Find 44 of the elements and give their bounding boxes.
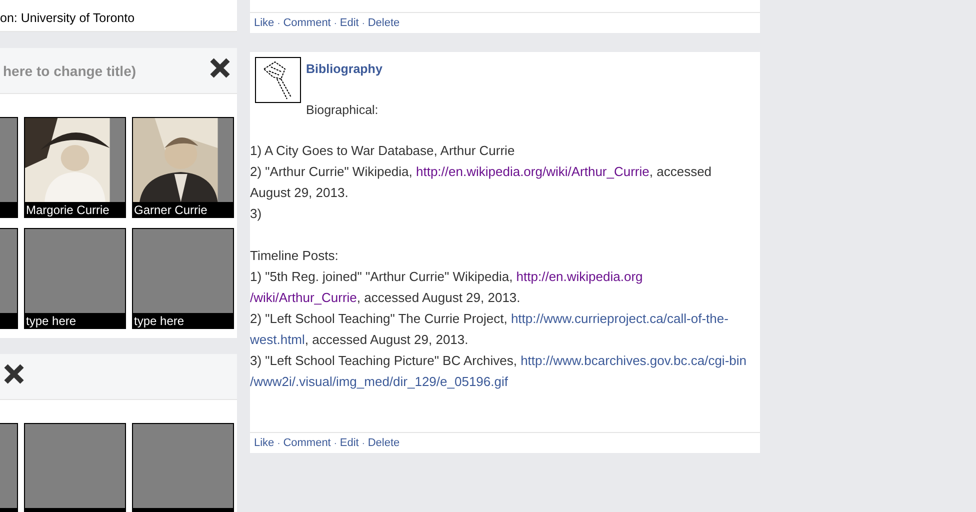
photo-tile[interactable]: Garner Currie <box>132 117 234 218</box>
citation-link[interactable]: http://www.currieproject.ca/call-of-the- <box>510 311 728 326</box>
post-title[interactable]: Bibliography <box>306 62 382 76</box>
action-link[interactable]: Edit <box>340 437 359 449</box>
citation-text: 3) <box>250 205 263 223</box>
separator-dot: · <box>334 18 337 28</box>
caption-text[interactable]: Margorie Currie <box>26 202 110 216</box>
citation-text: 1) A City Goes to War Database, Arthur Currie <box>250 142 516 160</box>
post-text: Biographical: <box>306 103 380 117</box>
action-link[interactable]: Delete <box>368 17 400 29</box>
caption-text[interactable]: type here <box>134 314 184 328</box>
separator-dot: · <box>277 438 280 448</box>
citation-text: 1) "5th Reg. joined" "Arthur Currie" Wikipedia, http://en.wikipedia.org /wiki/Arthur_Currie, accessed August 29, 2013. <box>250 268 644 307</box>
action-link[interactable]: Comment <box>283 437 331 449</box>
citation-text: 2) "Left School Teaching" The Currie Project, http://www.currieproject.ca/call-of-the- west.html, accessed August 29, 2013. <box>250 310 730 349</box>
photo-tile[interactable]: type here <box>132 228 234 329</box>
citation-link[interactable]: http://en.wikipedia.org <box>516 269 643 284</box>
separator-dot: · <box>277 18 280 28</box>
action-link[interactable]: Like <box>254 17 274 29</box>
action-link[interactable]: Edit <box>340 17 359 29</box>
citation-link[interactable]: http://www.bcarchives.gov.bc.ca/cgi-bin <box>520 353 746 368</box>
sketch-icon <box>255 57 301 103</box>
photo-tile[interactable]: type here <box>24 228 126 329</box>
section-heading: Timeline Posts: <box>250 247 340 265</box>
caption-text[interactable]: type here <box>26 314 76 328</box>
citation-link[interactable]: http://en.wikipedia.org/wiki/Arthur_Currie <box>416 164 650 179</box>
caption-text[interactable]: Garner Currie <box>134 202 208 216</box>
profile-text: on: University of Toronto <box>0 10 135 24</box>
citation-text: 2) "Arthur Currie" Wikipedia, http://en.wikipedia.org/wiki/Arthur_Currie, accessed August 29, 2013. <box>250 163 713 202</box>
photo-tile[interactable]: Margorie Currie <box>24 117 126 218</box>
separator-dot: · <box>334 438 337 448</box>
action-link[interactable]: Delete <box>368 437 400 449</box>
citation-link[interactable]: /www2i/.visual/img_med/dir_129/e_05196.gif <box>250 374 508 389</box>
photo-tile[interactable] <box>24 423 126 512</box>
action-link[interactable]: Like <box>254 437 274 449</box>
action-link[interactable]: Comment <box>283 17 331 29</box>
close-icon[interactable] <box>209 56 231 78</box>
citation-link[interactable]: /wiki/Arthur_Currie <box>250 290 357 305</box>
separator-dot: · <box>362 438 365 448</box>
citation-link[interactable]: west.html <box>250 332 305 347</box>
photo-tile[interactable] <box>132 423 234 512</box>
citation-text: 3) "Left School Teaching Picture" BC Archives, http://www.bcarchives.gov.bc.ca/cgi-bin /www2i/.visual/img_med/dir_129/e_05196.gif <box>250 352 748 391</box>
separator-dot: · <box>362 18 365 28</box>
close-icon[interactable] <box>3 362 25 384</box>
